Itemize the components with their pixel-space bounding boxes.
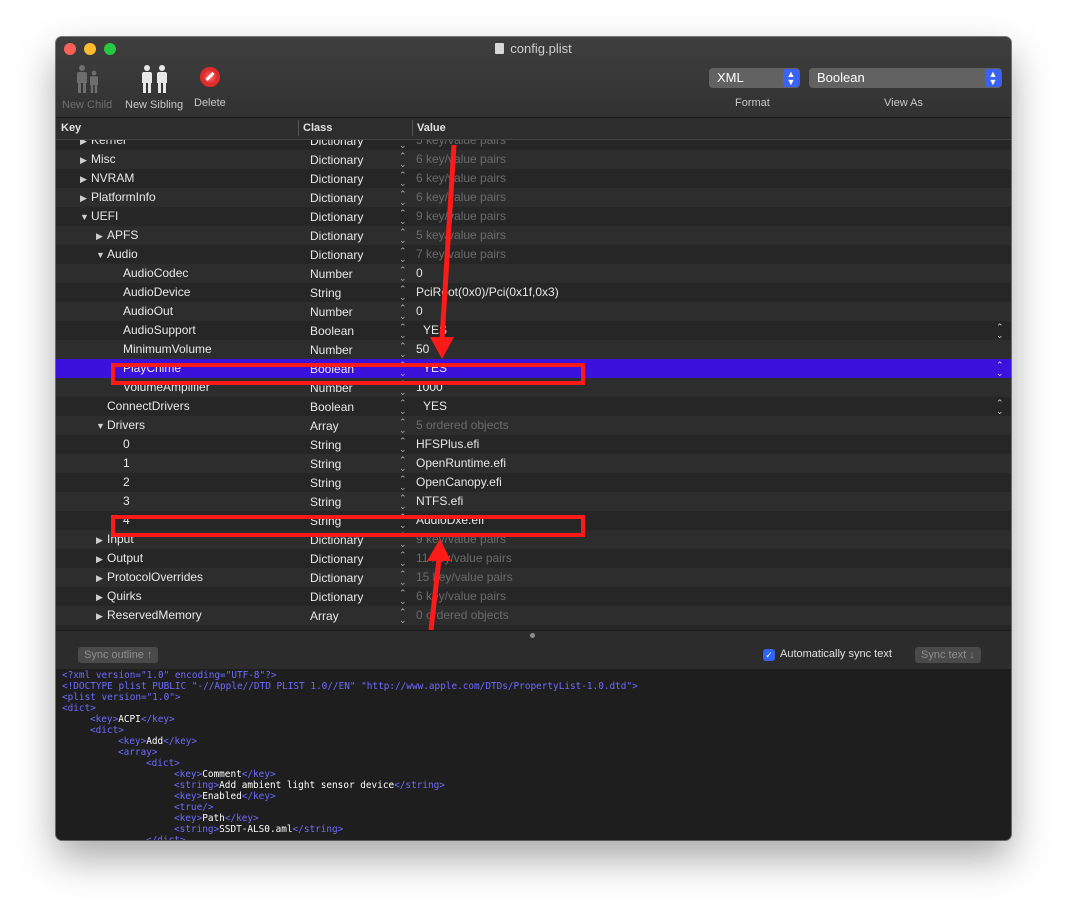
xml-markup: <true/> bbox=[174, 802, 214, 813]
xml-line: <dict> bbox=[62, 758, 1005, 769]
xml-markup: <key> bbox=[118, 736, 147, 747]
xml-markup: <key> bbox=[90, 714, 119, 725]
xml-markup: <string> bbox=[174, 824, 220, 835]
xml-text: Add bbox=[146, 736, 164, 747]
xml-line: <key>Enabled</key> bbox=[62, 791, 1005, 802]
xml-markup: <key> bbox=[174, 769, 203, 780]
xml-markup: <key> bbox=[174, 791, 203, 802]
xml-line: <string>Add ambient light sensor device<… bbox=[62, 780, 1005, 791]
xml-line: <array> bbox=[62, 747, 1005, 758]
xml-line: <string>SSDT-ALS0.aml</string> bbox=[62, 824, 1005, 835]
xml-line: <true/> bbox=[62, 802, 1005, 813]
xml-markup: <key> bbox=[174, 813, 203, 824]
xml-line: <key>Path</key> bbox=[62, 813, 1005, 824]
xml-text-view[interactable]: <?xml version="1.0" encoding="UTF-8"?> <!… bbox=[56, 669, 1011, 840]
auto-sync-label: Automatically sync text bbox=[780, 648, 892, 660]
sync-text-button[interactable]: Sync text ↓ bbox=[915, 647, 981, 663]
xml-markup: </key> bbox=[140, 714, 175, 725]
xml-markup: </key> bbox=[163, 736, 198, 747]
xml-line: <key>Comment</key> bbox=[62, 769, 1005, 780]
auto-sync-checkbox[interactable]: ✓ bbox=[763, 649, 775, 661]
xml-text: SSDT-ALS0.aml bbox=[219, 824, 293, 835]
xml-markup: <dict> bbox=[90, 725, 124, 736]
arrow-down-shaft bbox=[439, 144, 457, 340]
xml-markup: </key> bbox=[241, 791, 276, 802]
xml-markup: <?xml version="1.0" encoding="UTF-8"?> bbox=[62, 670, 277, 681]
xml-text: Comment bbox=[202, 769, 242, 780]
xml-line: <?xml version="1.0" encoding="UTF-8"?> bbox=[62, 670, 1005, 681]
sync-outline-button[interactable]: Sync outline ↑ bbox=[78, 647, 159, 663]
xml-text: Add ambient light sensor device bbox=[219, 780, 395, 791]
splitter-handle[interactable] bbox=[530, 633, 535, 638]
xml-text: ACPI bbox=[118, 714, 141, 725]
arrow-down-head bbox=[430, 337, 454, 359]
xml-line: <!DOCTYPE plist PUBLIC "-//Apple//DTD PL… bbox=[62, 681, 1005, 692]
xml-line: <dict> bbox=[62, 725, 1005, 736]
xml-markup: <!DOCTYPE plist PUBLIC "-//Apple//DTD PL… bbox=[62, 681, 638, 692]
xml-line: <key>ACPI</key> bbox=[62, 714, 1005, 725]
xml-text: Path bbox=[202, 813, 225, 824]
xml-text: Enabled bbox=[202, 791, 242, 802]
xml-markup: <dict> bbox=[62, 703, 96, 714]
xml-markup: </dict> bbox=[146, 835, 186, 840]
arrow-up-head bbox=[427, 539, 451, 561]
xml-line: <key>Add</key> bbox=[62, 736, 1005, 747]
xml-markup: </key> bbox=[224, 813, 259, 824]
xml-markup: </string> bbox=[394, 780, 445, 791]
xml-markup: <string> bbox=[174, 780, 220, 791]
xml-line: <plist version="1.0"> bbox=[62, 692, 1005, 703]
xml-markup: </string> bbox=[292, 824, 344, 835]
arrow-up-shaft bbox=[428, 558, 442, 631]
xml-markup: <dict> bbox=[146, 758, 180, 769]
xml-markup: </key> bbox=[241, 769, 276, 780]
xml-markup: <array> bbox=[118, 747, 158, 758]
xml-markup: <plist version="1.0"> bbox=[62, 692, 181, 703]
xml-line: </dict> bbox=[62, 835, 1005, 840]
xml-line: <dict> bbox=[62, 703, 1005, 714]
plist-editor-window: config.plist New Child New Sibling Delet… bbox=[56, 37, 1011, 840]
split-view-bar[interactable]: Sync outline ↑ ✓ Automatically sync text… bbox=[56, 630, 1011, 670]
